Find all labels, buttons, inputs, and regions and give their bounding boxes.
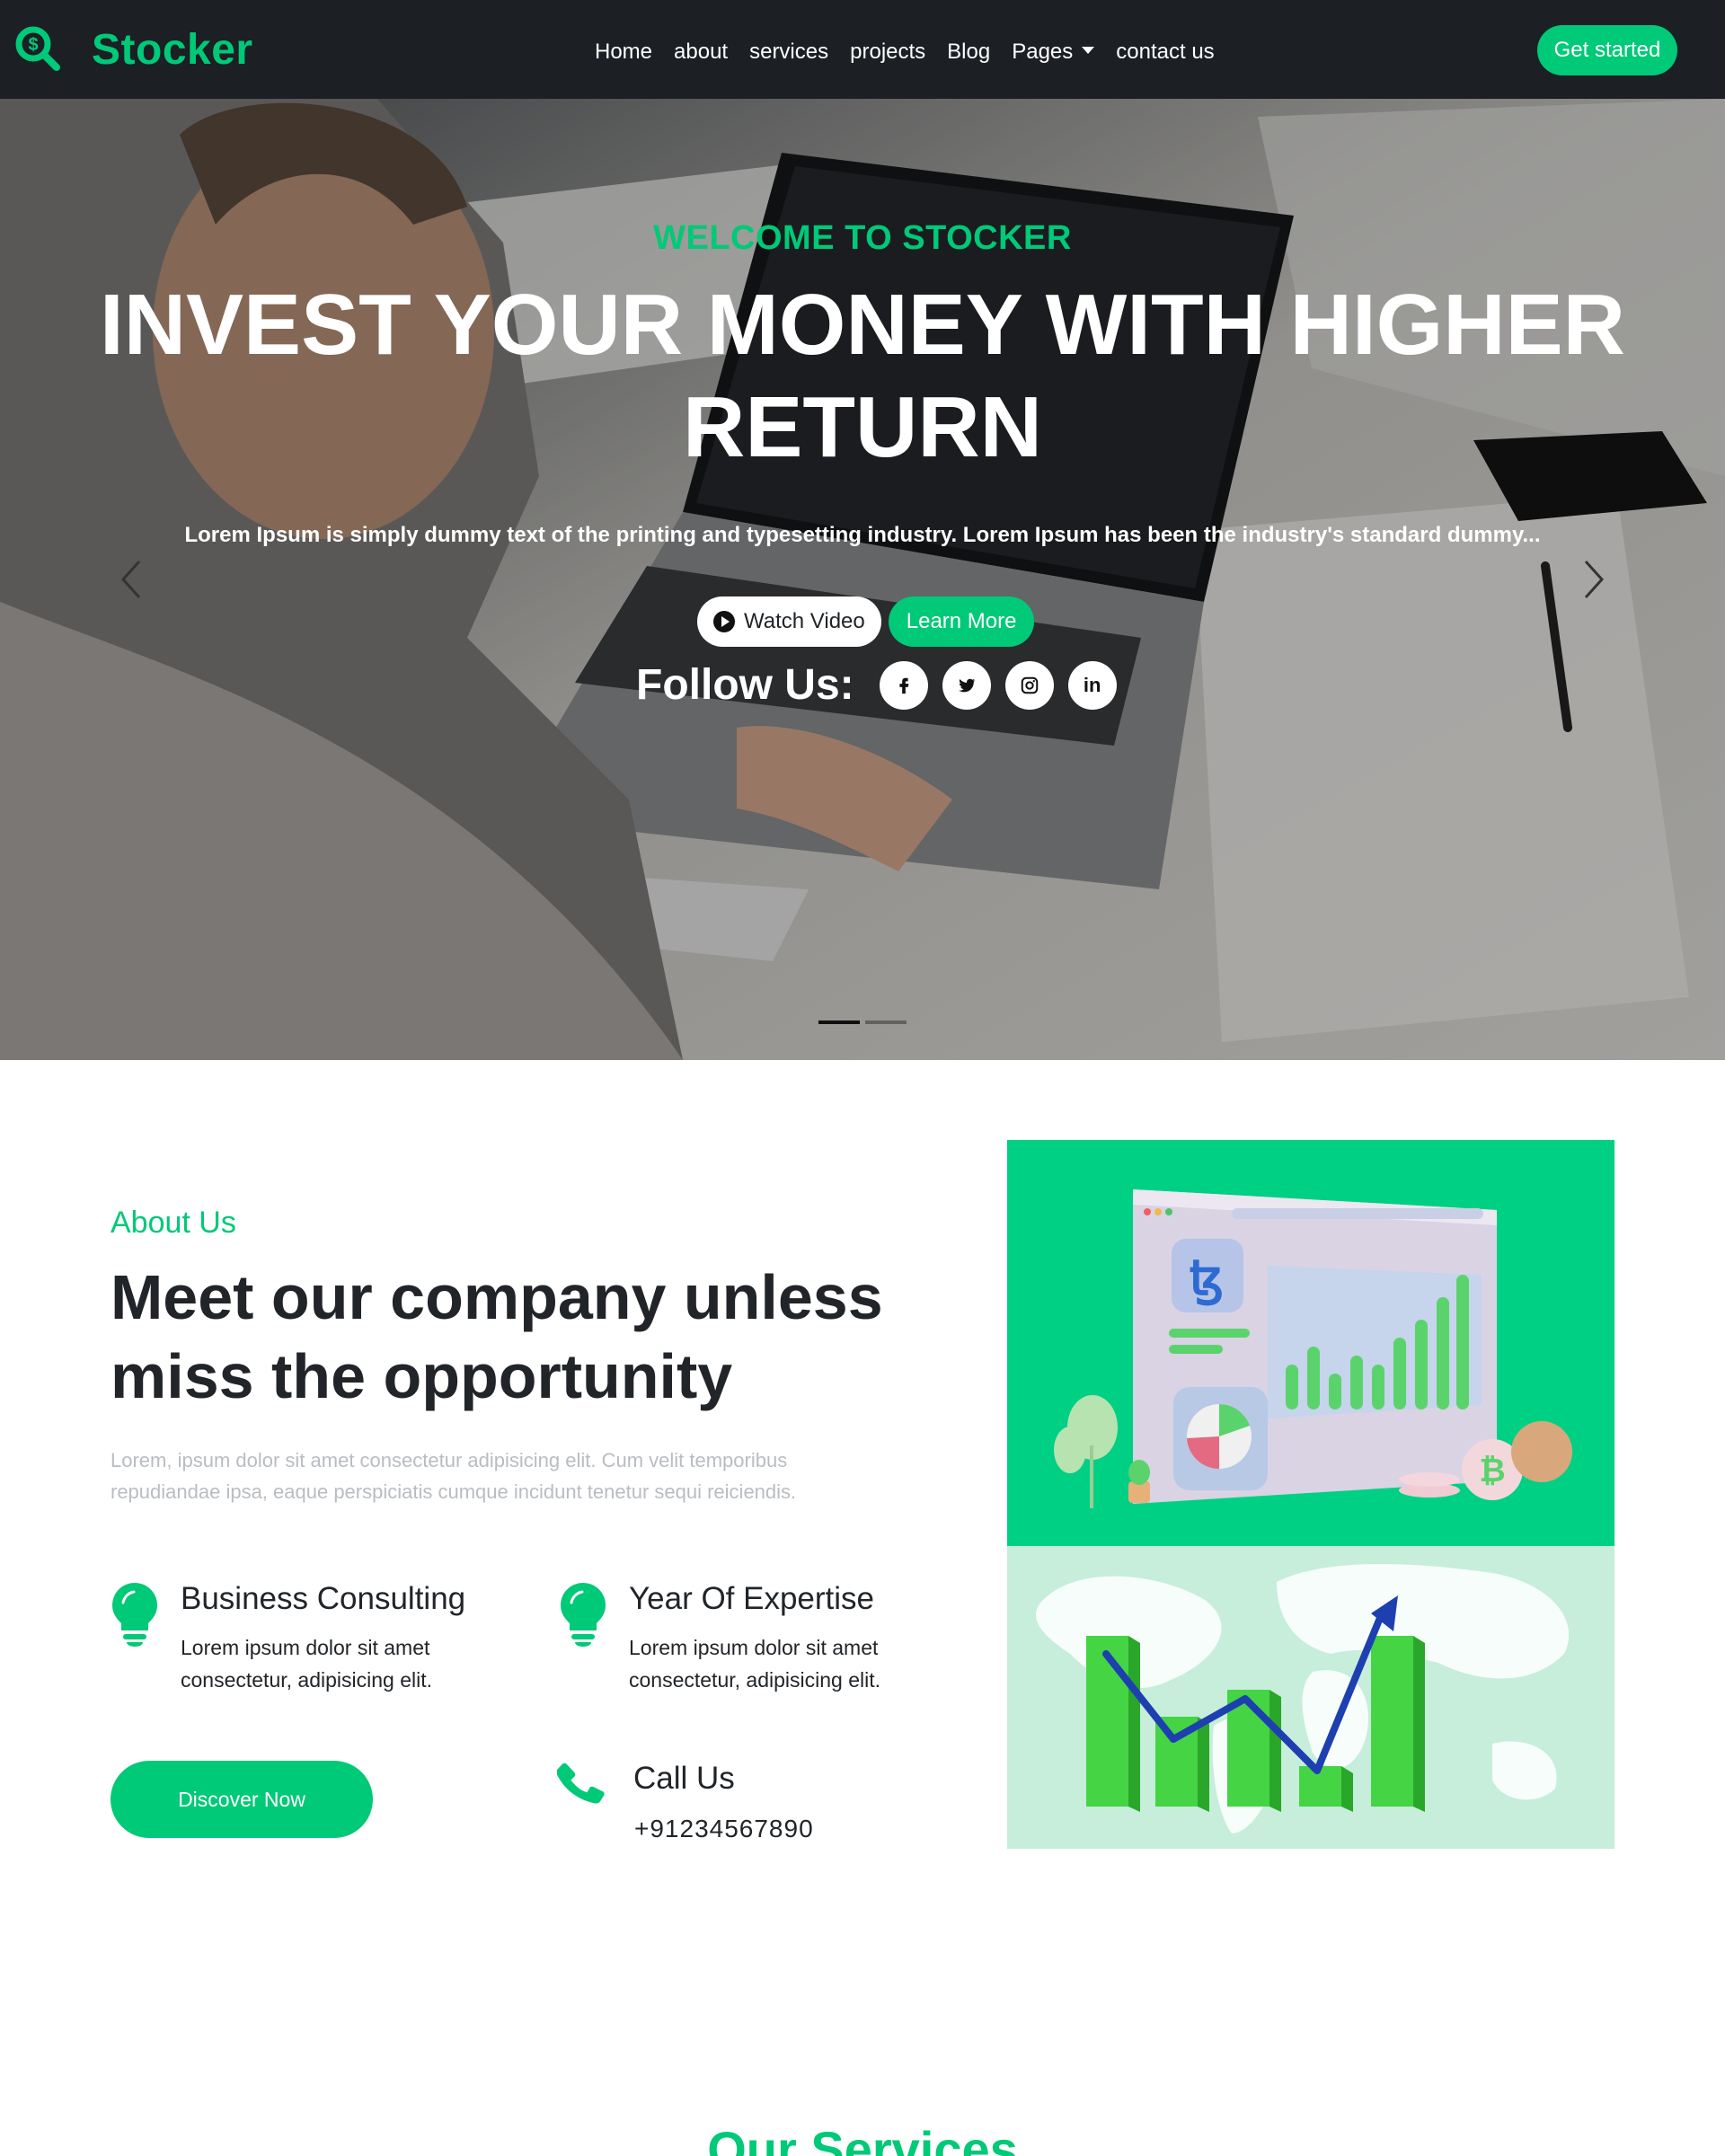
analytics-illustration: ꜩ ₿ xyxy=(1007,1140,1614,1546)
nav-about[interactable]: about xyxy=(663,36,739,68)
hero-eyebrow: WELCOME TO STOCKER xyxy=(653,219,1072,257)
learn-more-button[interactable]: Learn More xyxy=(888,596,1035,647)
nav-home[interactable]: Home xyxy=(584,36,663,68)
navbar: $ Stocker Home about services projects B… xyxy=(0,0,1725,99)
hero-carousel: WELCOME TO STOCKER INVEST YOUR MONEY WIT… xyxy=(0,99,1725,1060)
nav-pages-label: Pages xyxy=(1012,40,1074,64)
about-title: Meet our company unless miss the opportu… xyxy=(111,1262,883,1411)
instagram-link[interactable] xyxy=(1004,661,1054,710)
svg-text:ꜩ: ꜩ xyxy=(1190,1251,1224,1306)
watch-video-label: Watch Video xyxy=(744,609,865,633)
follow-us: Follow Us: in xyxy=(636,660,1117,711)
about-eyebrow: About Us xyxy=(111,1206,236,1240)
carousel-indicator-1[interactable] xyxy=(818,1021,860,1024)
search-dollar-icon: $ xyxy=(15,26,60,71)
call-us-title: Call Us xyxy=(633,1761,735,1796)
hero-actions: Watch Video Learn More xyxy=(697,596,1035,647)
discover-now-button[interactable]: Discover Now xyxy=(111,1761,373,1838)
carousel-next-chevron-icon[interactable] xyxy=(1577,552,1613,606)
play-circle-icon xyxy=(713,611,735,632)
phone-number[interactable]: +91234567890 xyxy=(634,1815,814,1843)
nav-blog[interactable]: Blog xyxy=(936,36,1001,68)
nav-contact[interactable]: contact us xyxy=(1105,36,1225,68)
caret-down-icon xyxy=(1082,46,1095,54)
get-started-button[interactable]: Get started xyxy=(1537,25,1677,75)
facebook-link[interactable] xyxy=(879,661,928,710)
twitter-icon xyxy=(958,678,976,693)
feature-description: Lorem ipsum dolor sit amet consectetur, … xyxy=(181,1636,432,1692)
linkedin-icon: in xyxy=(1083,674,1101,696)
lightbulb-icon xyxy=(112,1583,157,1647)
growth-chart-illustration xyxy=(1007,1546,1614,1849)
watch-video-button[interactable]: Watch Video xyxy=(697,596,881,647)
carousel-indicator-2[interactable] xyxy=(865,1021,907,1024)
phone-icon xyxy=(557,1763,605,1804)
facebook-icon xyxy=(899,677,909,694)
feature-year-of-expertise: Year Of Expertise Lorem ipsum dolor sit … xyxy=(559,1581,990,1692)
about-description: Lorem, ipsum dolor sit amet consectetur … xyxy=(111,1449,797,1503)
nav-pages-dropdown[interactable]: Pages xyxy=(1001,36,1105,68)
linkedin-link[interactable]: in xyxy=(1067,661,1117,710)
svg-text:$: $ xyxy=(28,35,38,55)
instagram-icon xyxy=(1021,676,1038,694)
feature-description: Lorem ipsum dolor sit amet consectetur, … xyxy=(629,1636,880,1692)
lightbulb-icon xyxy=(561,1583,606,1647)
feature-title: Year Of Expertise xyxy=(629,1581,875,1616)
feature-title: Business Consulting xyxy=(181,1581,466,1616)
carousel-prev-chevron-icon[interactable] xyxy=(112,552,148,606)
carousel-indicators xyxy=(818,1021,907,1024)
svg-text:₿: ₿ xyxy=(1479,1452,1505,1489)
growth-bars-icon xyxy=(1035,1564,1570,1833)
brand-name: Stocker xyxy=(92,26,253,74)
hero-description: Lorem Ipsum is simply dummy text of the … xyxy=(184,523,1541,547)
services-section-title: Our Services xyxy=(707,2121,1018,2156)
feature-business-consulting: Business Consulting Lorem ipsum dolor si… xyxy=(111,1581,524,1692)
dashboard-3d-icon: ꜩ ₿ xyxy=(1054,1189,1572,1508)
nav-projects[interactable]: projects xyxy=(839,36,936,68)
nav-menu: Home about services projects Blog Pages … xyxy=(584,36,1225,68)
follow-us-label: Follow Us: xyxy=(636,661,854,709)
twitter-link[interactable] xyxy=(942,661,991,710)
nav-services[interactable]: services xyxy=(739,36,839,68)
brand-logo[interactable]: $ Stocker xyxy=(14,25,252,74)
hero-title: INVEST YOUR MONEY WITH HIGHER RETURN xyxy=(100,277,1625,475)
